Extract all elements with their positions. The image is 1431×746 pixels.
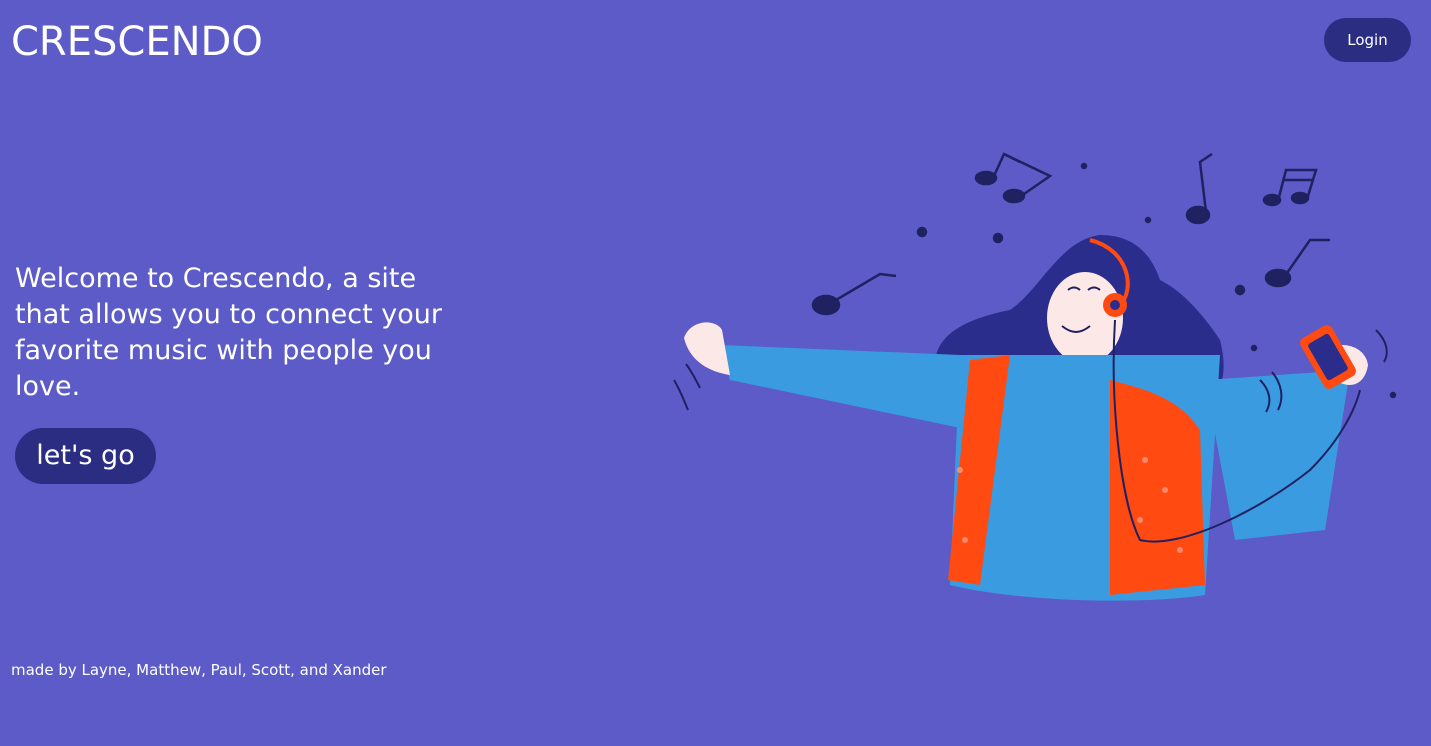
credits-text: made by Layne, Matthew, Paul, Scott, and… [11, 661, 387, 679]
landing-page: CRESCENDO Login Welcome to Crescendo, a … [0, 0, 1431, 746]
woman-listening-to-music-illustration [673, 152, 1397, 601]
face-shape [1047, 272, 1123, 364]
login-button[interactable]: Login [1324, 18, 1411, 62]
site-logo[interactable]: CRESCENDO [11, 18, 263, 66]
sweater-shape [720, 345, 1350, 601]
lets-go-button[interactable]: let's go [15, 428, 156, 484]
welcome-text: Welcome to Crescendo, a site that allows… [15, 263, 443, 402]
